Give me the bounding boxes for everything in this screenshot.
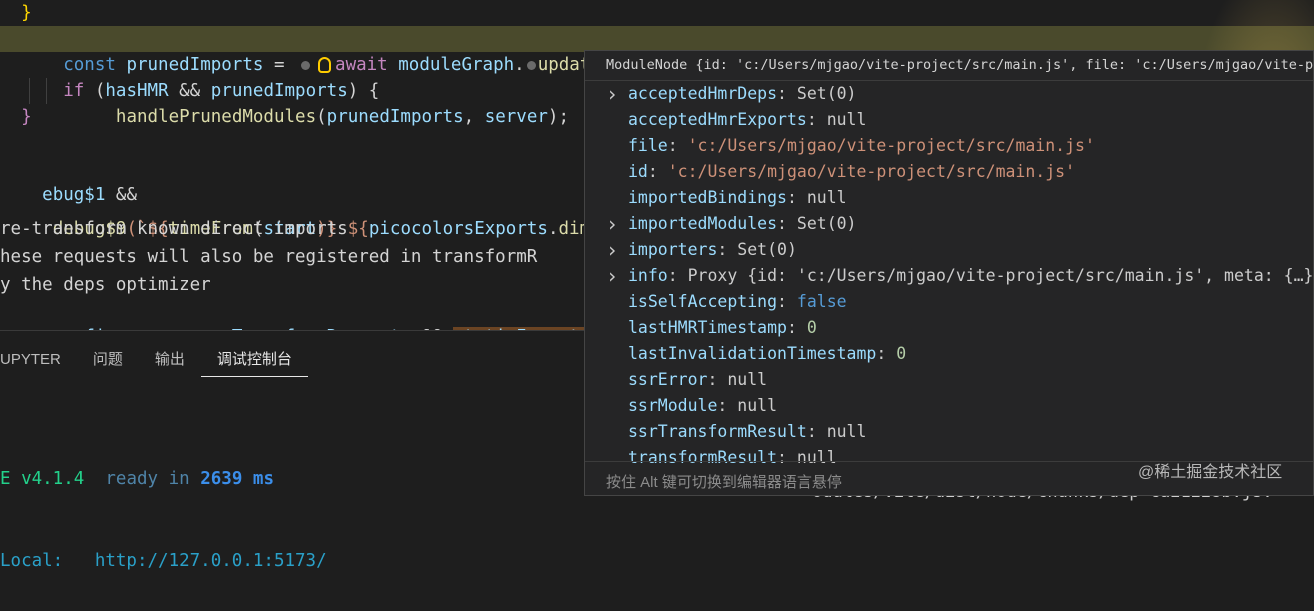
property-value: null — [727, 370, 768, 389]
tab-debug-console[interactable]: 调试控制台 — [200, 343, 308, 377]
property-value: Set(0) — [796, 214, 857, 233]
property-value: Set(0) — [737, 240, 797, 259]
code-comment-2: hese requests will also be registered in… — [0, 247, 538, 267]
token: . — [547, 219, 559, 239]
token: . — [514, 55, 525, 75]
hover-title: ModuleNode {id: 'c:/Users/mjgao/vite-pro… — [606, 57, 1314, 73]
token: ); — [547, 107, 569, 127]
property-name: ssrTransformResult — [628, 422, 807, 441]
property-name: importers — [628, 240, 718, 259]
tab-output[interactable]: 输出 — [139, 343, 201, 377]
property-name: info — [628, 266, 668, 285]
property-value: null — [806, 188, 847, 207]
local-url-link[interactable]: http://127.0.0.1:5173/ — [95, 551, 327, 571]
property-value: 'c:/Users/mjgao/vite-project/src/main.js… — [667, 162, 1076, 181]
property-value: false — [796, 292, 847, 311]
code-line-4: handlePrunedModules(prunedImports, serve… — [0, 78, 569, 127]
property-name: lastHMRTimestamp — [628, 318, 787, 337]
property-value: null — [826, 110, 867, 129]
chevron-right-icon[interactable]: › — [604, 81, 620, 107]
chevron-right-icon[interactable]: › — [604, 263, 620, 289]
code-line-3: if (hasHMR && prunedImports) { — [0, 52, 379, 101]
hover-footer-hint: 按住 Alt 键可切换到编辑器语言悬停 — [606, 474, 842, 491]
watermark: @稀土掘金技术社区 — [1138, 464, 1283, 481]
token: moduleGraph — [398, 55, 515, 75]
property-value: Set(0) — [796, 84, 857, 103]
property-name: lastInvalidationTimestamp — [628, 344, 877, 363]
code-line-5: } — [0, 107, 32, 127]
token: handlePrunedModules — [115, 107, 317, 127]
token: picocolorsExports — [368, 219, 548, 239]
code-comment-3: y the deps optimizer — [0, 275, 211, 295]
property-name: acceptedHmrExports — [628, 110, 807, 129]
code-comment-1: re-transform known direct imports — [0, 219, 348, 239]
debug-hover-widget[interactable]: ModuleNode {id: 'c:/Users/mjgao/vite-pro… — [584, 50, 1314, 496]
property-value: 0 — [806, 318, 817, 337]
property-name: ssrError — [628, 370, 708, 389]
tab-jupyter[interactable]: UPYTER — [0, 343, 77, 377]
code-line-6: ebug$1 && — [0, 156, 137, 205]
property-value: 'c:/Users/mjgao/vite-project/src/main.js… — [687, 136, 1095, 155]
breakpoint-hint-dot[interactable] — [526, 60, 536, 70]
code-line-2-highlighted: const prunedImports = await moduleGraph.… — [0, 26, 1314, 75]
property-name: acceptedHmrDeps — [628, 84, 778, 103]
terminal-output[interactable]: E v4.1.4 ready in 2639 ms Local: http://… — [0, 429, 327, 611]
token: server — [484, 107, 548, 127]
code-line-7: debug$9(`${timeFrom(start)} ${picocolors… — [0, 190, 590, 239]
bottom-panel: UPYTER 问题 输出 调试控制台 E v4.1.4 ready in 263… — [0, 330, 590, 571]
chevron-right-icon[interactable]: › — [604, 211, 620, 237]
code-line-8: config.server.preTransformRequests && st… — [0, 298, 591, 347]
local-url-line: Local: http://127.0.0.1:5173/ — [0, 551, 327, 571]
panel-tabs: UPYTER 问题 输出 调试控制台 — [0, 343, 308, 377]
property-value: Proxy {id: 'c:/Users/mjgao/vite-project/… — [687, 266, 1314, 285]
vite-ready-line: E v4.1.4 ready in 2639 ms — [0, 469, 274, 489]
token: ( — [316, 107, 327, 127]
property-name: ssrModule — [628, 396, 718, 415]
property-value: 0 — [896, 344, 907, 363]
property-name: importedBindings — [628, 188, 787, 207]
property-name: id — [628, 162, 648, 181]
tab-problems[interactable]: 问题 — [77, 343, 139, 377]
property-name: isSelfAccepting — [628, 292, 778, 311]
property-name: file — [628, 136, 668, 155]
property-value: null — [826, 422, 867, 441]
property-name: importedModules — [628, 214, 778, 233]
code-line-1: } — [0, 3, 32, 23]
token: , — [463, 107, 485, 127]
chevron-right-icon[interactable]: › — [604, 237, 620, 263]
property-value: null — [737, 396, 778, 415]
token: prunedImports — [326, 107, 464, 127]
